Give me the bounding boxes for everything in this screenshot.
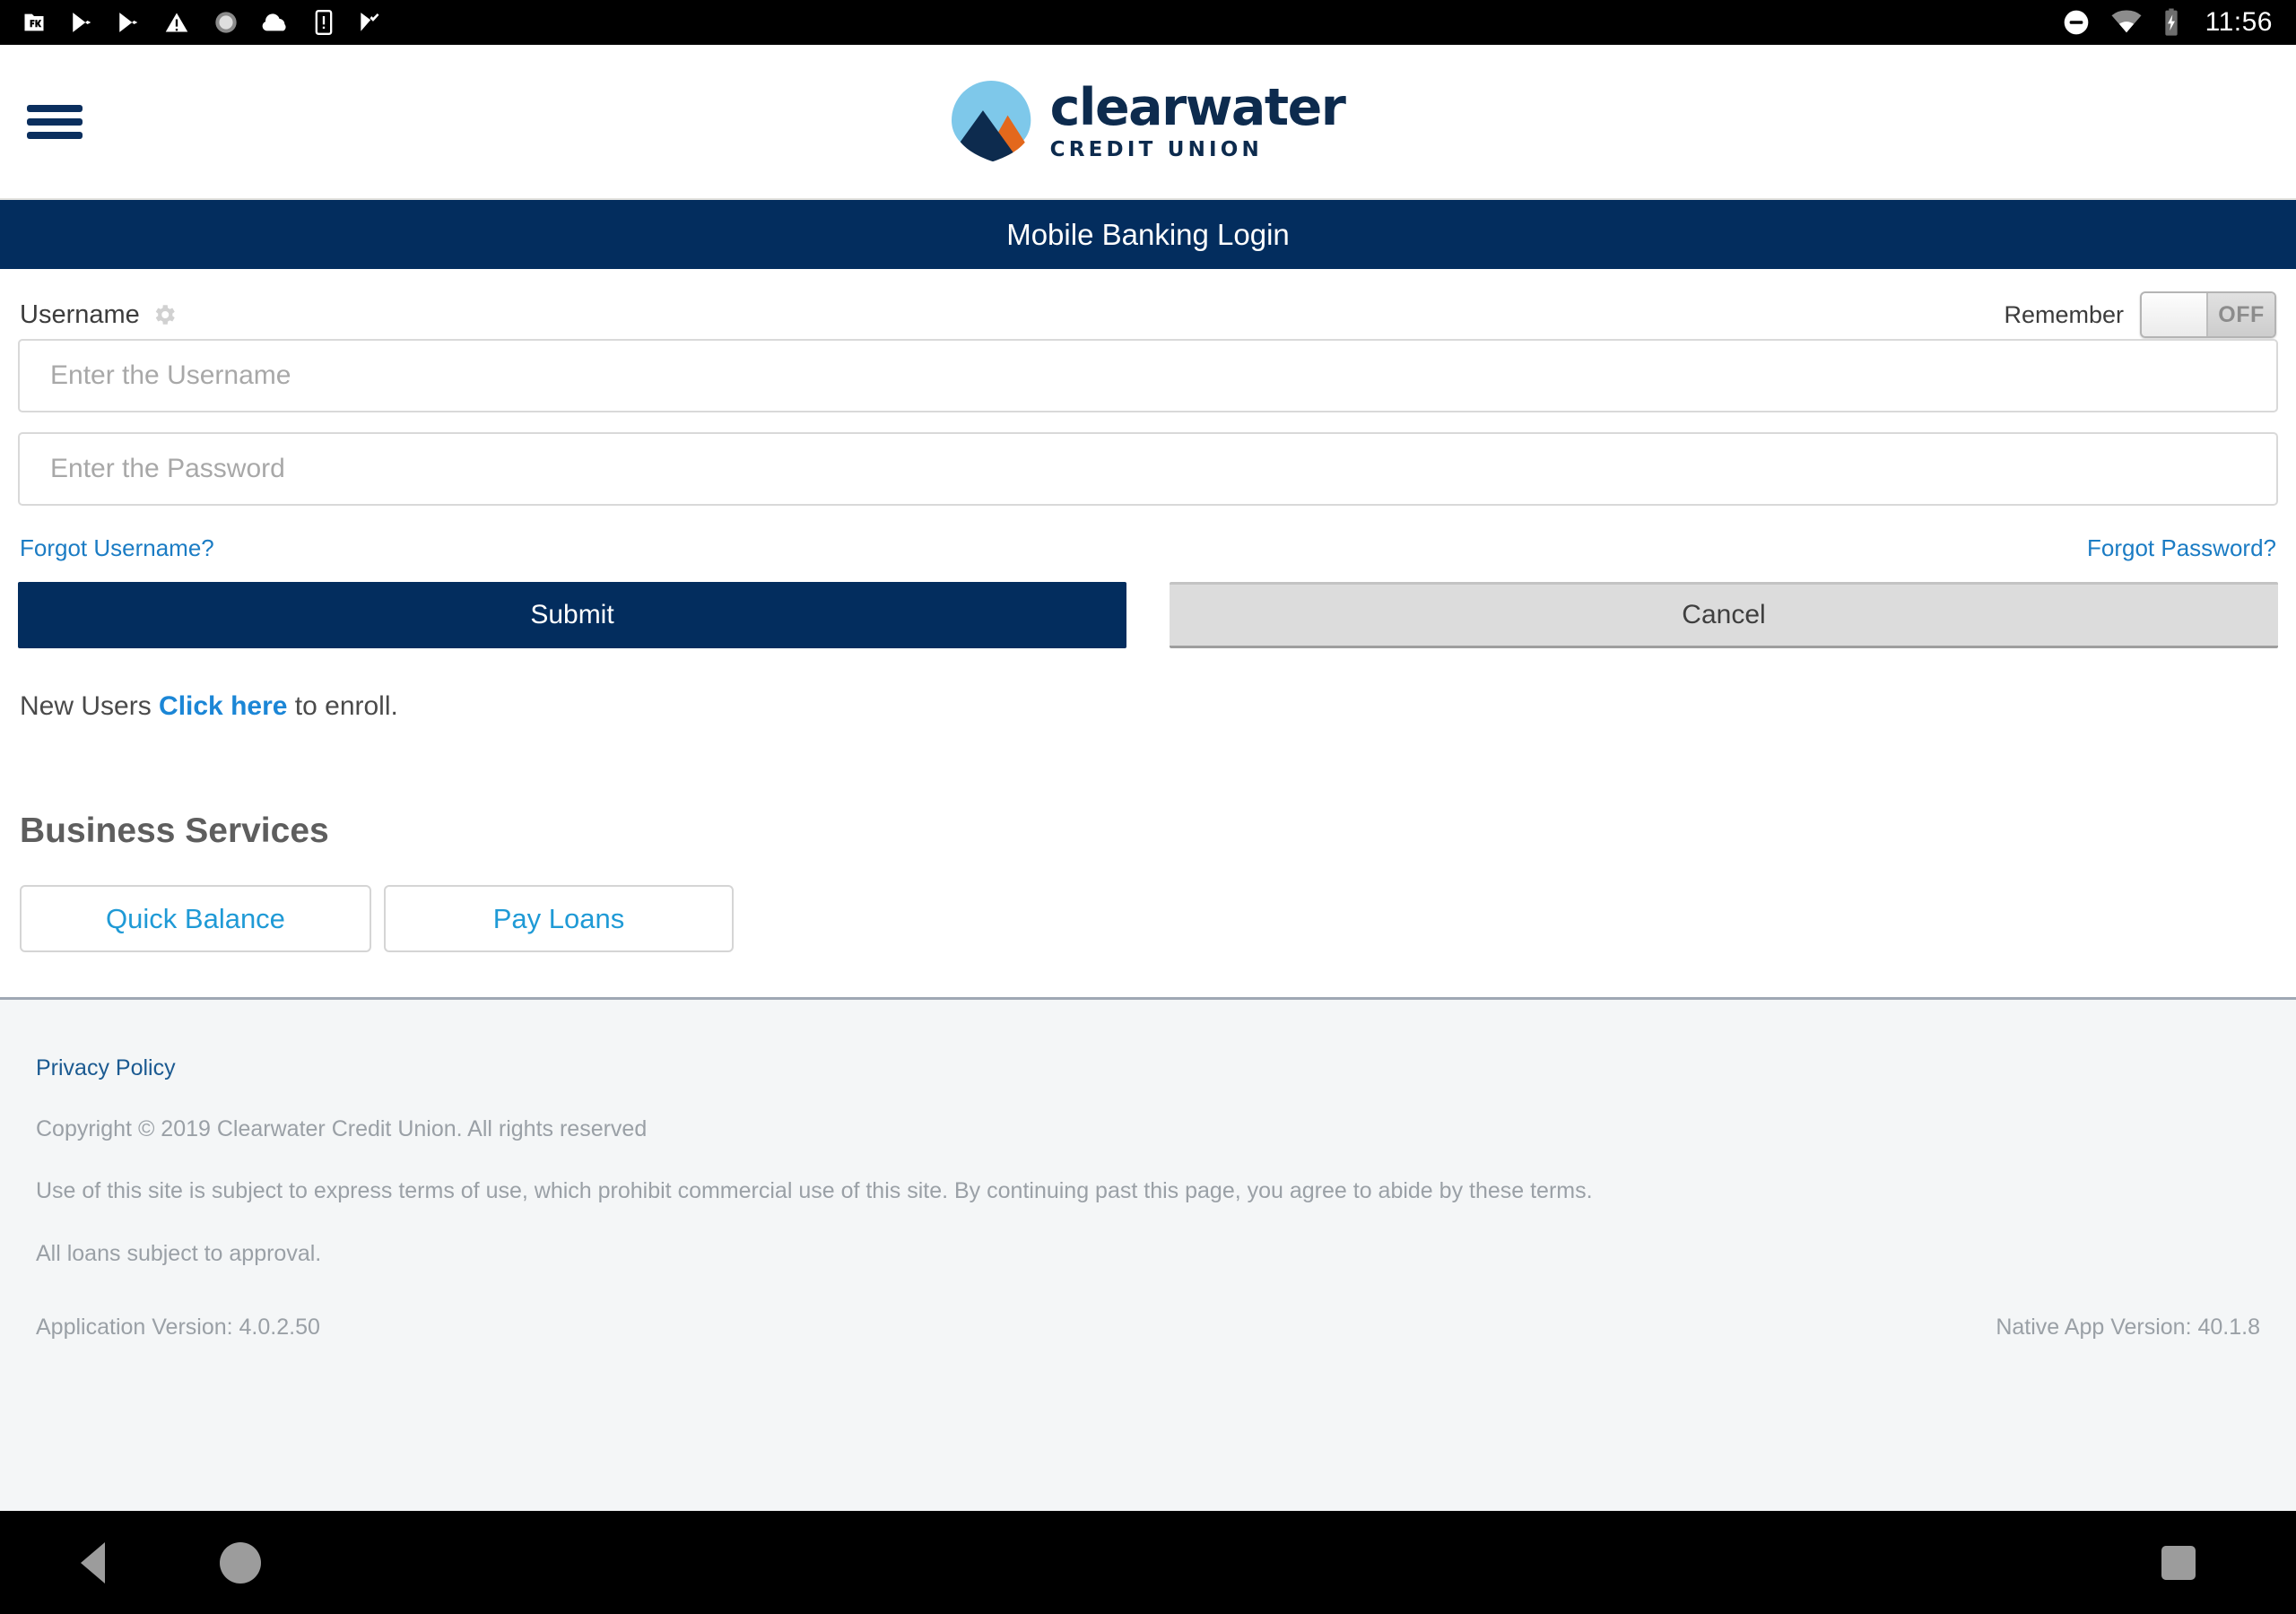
status-bar-clock: 11:56 [2205,7,2273,37]
username-label-group: Username [20,300,179,330]
hamburger-bar [27,104,83,112]
brand-logo-text: clearwater CREDIT UNION [1049,78,1346,161]
brand-name: clearwater [1049,78,1346,137]
form-action-buttons: Submit Cancel [18,582,2278,648]
enroll-prefix: New Users [20,691,160,721]
check-flag-icon [357,10,380,35]
loans-disclaimer-text: All loans subject to approval. [36,1240,322,1266]
android-device-screen: 11:56 clearwater CREDIT UNION Mobile Ban… [0,0,2296,1614]
battery-charging-icon [2162,8,2180,37]
app-header: clearwater CREDIT UNION [0,45,2296,200]
page-title: Mobile Banking Login [1006,217,1290,251]
pay-loans-button[interactable]: Pay Loans [384,885,734,952]
clearwater-logo-mark [951,80,1032,161]
hamburger-bar [27,131,83,139]
business-services-title: Business Services [20,811,329,850]
back-triangle-icon [81,1541,105,1584]
home-button[interactable] [220,1541,261,1584]
android-navigation-bar [0,1511,2296,1614]
brand-logo: clearwater CREDIT UNION [951,78,1346,163]
status-bar-notification-icons [22,10,380,35]
hamburger-bar [27,117,83,126]
enroll-suffix: to enroll. [287,691,398,721]
home-circle-icon [220,1541,261,1584]
password-input[interactable] [18,432,2278,506]
business-services-buttons: Quick Balance Pay Loans [18,885,2278,952]
enroll-link[interactable]: Click here [159,691,287,721]
circle-dashed-icon [213,10,239,35]
brand-tagline: CREDIT UNION [1049,138,1263,161]
gear-icon[interactable] [149,301,179,328]
do-not-disturb-icon [2062,8,2091,37]
recents-button[interactable] [2161,1545,2196,1580]
play-store-icon [70,10,93,35]
forgot-username-link[interactable]: Forgot Username? [20,534,214,562]
main-content: Username Remember OFF Forgot Username? [0,269,2296,1511]
remember-label: Remember [2004,300,2124,328]
native-app-version: Native App Version: 40.1.8 [1996,1314,2260,1340]
privacy-policy-link[interactable]: Privacy Policy [36,1055,176,1080]
status-bar: 11:56 [0,0,2296,45]
terms-text: Use of this site is subject to express t… [36,1178,1593,1204]
submit-button[interactable]: Submit [18,582,1126,648]
cloud-icon [262,11,291,34]
wifi-icon [2110,10,2143,35]
remember-toggle[interactable]: OFF [2140,291,2276,338]
cancel-button[interactable]: Cancel [1170,582,2278,648]
phone-alert-icon [314,10,334,35]
version-row: Application Version: 4.0.2.50 Native App… [36,1315,2260,1341]
page-title-bar: Mobile Banking Login [0,200,2296,269]
enroll-line: New Users Click here to enroll. [18,691,2278,722]
page-footer: Privacy Policy Copyright © 2019 Clearwat… [0,997,2296,1511]
warning-triangle-icon [163,10,190,35]
recents-square-icon [2161,1545,2196,1580]
application-version: Application Version: 4.0.2.50 [36,1314,320,1340]
copyright-text: Copyright © 2019 Clearwater Credit Union… [36,1116,648,1141]
status-bar-system-icons: 11:56 [2062,7,2273,38]
file-manager-icon [22,10,47,35]
toggle-thumb [2142,293,2208,336]
remember-me-group: Remember OFF [2004,291,2276,338]
username-label: Username [20,299,140,329]
username-row-header: Username Remember OFF [18,291,2278,339]
login-form: Username Remember OFF Forgot Username? [0,269,2296,952]
back-button[interactable] [81,1541,105,1584]
quick-balance-button[interactable]: Quick Balance [20,885,371,952]
hamburger-menu-icon[interactable] [27,101,83,143]
forgot-password-link[interactable]: Forgot Password? [2087,534,2276,562]
play-store-icon [117,10,140,35]
forgot-links-row: Forgot Username? Forgot Password? [18,534,2278,562]
username-input[interactable] [18,339,2278,412]
toggle-state-label: OFF [2208,293,2274,336]
